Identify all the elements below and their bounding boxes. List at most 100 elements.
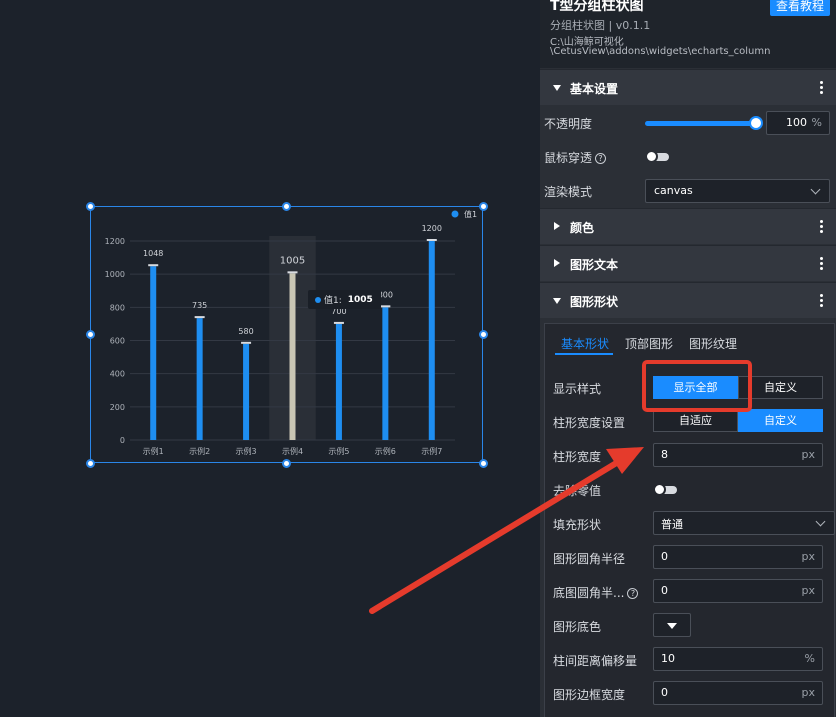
display-style-label: 显示样式 bbox=[553, 382, 602, 396]
bar-cap bbox=[380, 305, 391, 308]
section-shape[interactable]: 图形形状 bbox=[540, 282, 836, 318]
legend-label: 值1 bbox=[464, 209, 477, 219]
border-width-label: 图形边框宽度 bbox=[553, 688, 626, 702]
bar-width-input[interactable]: 8 px bbox=[653, 443, 823, 467]
dropdown-caret-icon bbox=[667, 623, 677, 629]
caret-down-icon bbox=[553, 85, 561, 91]
bar bbox=[243, 343, 250, 440]
caret-down-icon bbox=[553, 298, 561, 304]
gap-offset-label: 柱间距离偏移量 bbox=[553, 654, 638, 668]
bar-cap bbox=[194, 316, 205, 319]
tab-basic-shape[interactable]: 基本形状 bbox=[561, 335, 609, 352]
gap-offset-input[interactable]: 10 % bbox=[653, 647, 823, 671]
chevron-down-icon bbox=[810, 184, 821, 195]
section-color[interactable]: 颜色 bbox=[540, 208, 836, 244]
data-label: 580 bbox=[238, 327, 253, 336]
bar bbox=[150, 266, 157, 440]
bar-width-label: 柱形宽度 bbox=[553, 450, 602, 464]
x-tick-label: 示例2 bbox=[189, 446, 210, 456]
bar-cap bbox=[333, 321, 344, 324]
y-tick-label: 1200 bbox=[105, 237, 125, 246]
y-tick-label: 200 bbox=[110, 403, 125, 412]
y-tick-label: 800 bbox=[110, 303, 125, 312]
bar bbox=[335, 323, 342, 440]
bar-cap bbox=[287, 271, 298, 274]
bar-chart[interactable]: 0 200 400 600 800 1000 1200 1048 示例1 735 示例2 580 示例3… bbox=[90, 206, 483, 463]
more-vertical-icon[interactable] bbox=[820, 218, 824, 236]
section-label: 基本设置 bbox=[570, 82, 619, 96]
bar bbox=[382, 307, 389, 440]
chevron-down-icon bbox=[815, 516, 826, 527]
chart-tooltip: 值1: 1005 bbox=[308, 290, 381, 309]
y-tick-label: 1000 bbox=[105, 270, 125, 279]
opacity-slider-thumb[interactable] bbox=[749, 116, 763, 130]
y-tick-label: 0 bbox=[120, 436, 125, 445]
caret-right-icon bbox=[554, 259, 560, 267]
bar bbox=[289, 273, 296, 440]
opacity-label: 不透明度 bbox=[544, 117, 593, 131]
base-radius-label: 底图圆角半...? bbox=[553, 584, 639, 601]
more-vertical-icon[interactable] bbox=[820, 79, 824, 97]
width-auto-option[interactable]: 自适应 bbox=[653, 409, 738, 432]
data-label: 1005 bbox=[280, 255, 305, 266]
x-tick-label: 示例7 bbox=[421, 446, 442, 456]
section-label: 颜色 bbox=[570, 221, 595, 235]
bar-cap bbox=[241, 341, 252, 344]
toggle-knob bbox=[653, 483, 666, 496]
x-tick-label: 示例4 bbox=[282, 446, 303, 456]
data-label: 1200 bbox=[422, 224, 442, 233]
y-tick-label: 400 bbox=[110, 370, 125, 379]
base-color-label: 图形底色 bbox=[553, 620, 602, 634]
radius-label: 图形圆角半径 bbox=[553, 552, 626, 566]
x-tick-label: 示例1 bbox=[143, 446, 164, 456]
caret-right-icon bbox=[554, 222, 560, 230]
section-basic-settings[interactable]: 基本设置 bbox=[540, 69, 836, 105]
tab-underline bbox=[555, 353, 613, 355]
remove-zero-label: 去除零值 bbox=[553, 484, 602, 498]
legend-marker bbox=[451, 210, 459, 218]
remove-zero-toggle[interactable] bbox=[653, 483, 677, 496]
fill-shape-select[interactable]: 普通 bbox=[653, 511, 835, 535]
base-color-picker[interactable] bbox=[653, 613, 691, 637]
tooltip-value: 1005 bbox=[347, 294, 373, 305]
radius-input[interactable]: 0 px bbox=[653, 545, 823, 569]
widget-title: T型分组柱状图 bbox=[550, 0, 644, 14]
widget-path-line2: \CetusView\addons\widgets\echarts_column bbox=[550, 46, 771, 57]
width-setting-toggle: 自适应 自定义 bbox=[653, 409, 823, 432]
x-tick-label: 示例3 bbox=[236, 446, 257, 456]
y-tick-label: 600 bbox=[110, 337, 125, 346]
width-custom-option[interactable]: 自定义 bbox=[738, 409, 823, 432]
more-vertical-icon[interactable] bbox=[820, 255, 824, 273]
bar-cap bbox=[426, 239, 437, 241]
toggle-knob bbox=[645, 150, 658, 163]
opacity-slider[interactable] bbox=[645, 121, 760, 126]
mouse-through-toggle[interactable] bbox=[645, 150, 669, 163]
section-label: 图形形状 bbox=[570, 295, 619, 309]
help-icon[interactable]: ? bbox=[595, 153, 607, 164]
data-label: 1048 bbox=[143, 249, 163, 258]
fill-shape-label: 填充形状 bbox=[553, 518, 602, 532]
border-width-input[interactable]: 0 px bbox=[653, 681, 823, 705]
bar bbox=[196, 318, 203, 440]
bar-cap bbox=[148, 264, 159, 267]
data-label: 735 bbox=[192, 301, 207, 310]
tab-shape-texture[interactable]: 图形纹理 bbox=[689, 335, 737, 352]
help-icon[interactable]: ? bbox=[627, 588, 639, 599]
annotation-highlight-box bbox=[642, 360, 752, 412]
x-tick-label: 示例6 bbox=[375, 446, 396, 456]
widget-version: 分组柱状图 | v0.1.1 bbox=[550, 19, 651, 32]
tooltip-series-dot bbox=[315, 296, 321, 303]
mouse-through-label: 鼠标穿透? bbox=[544, 149, 607, 166]
section-shape-text[interactable]: 图形文本 bbox=[540, 245, 836, 281]
canvas-area: 0 200 400 600 800 1000 1200 1048 示例1 735 示例2 580 示例3… bbox=[0, 0, 540, 717]
widget-header: T型分组柱状图 查看教程 分组柱状图 | v0.1.1 C:\山海鲸可视化 \C… bbox=[540, 0, 836, 68]
more-vertical-icon[interactable] bbox=[820, 292, 824, 310]
width-setting-label: 柱形宽度设置 bbox=[553, 416, 626, 430]
render-mode-select[interactable]: canvas bbox=[645, 179, 830, 203]
view-tutorial-button[interactable]: 查看教程 bbox=[770, 0, 830, 16]
tab-top-shape[interactable]: 顶部图形 bbox=[625, 335, 673, 352]
properties-panel: T型分组柱状图 查看教程 分组柱状图 | v0.1.1 C:\山海鲸可视化 \C… bbox=[540, 0, 836, 717]
base-radius-input[interactable]: 0 px bbox=[653, 579, 823, 603]
render-mode-label: 渲染模式 bbox=[544, 185, 593, 199]
opacity-input[interactable]: 100 % bbox=[766, 111, 830, 135]
